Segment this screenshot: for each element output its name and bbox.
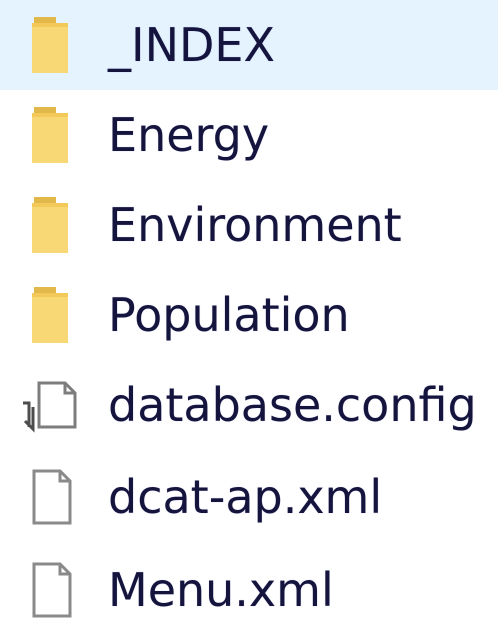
list-item-menu-xml[interactable]: Menu.xml — [0, 545, 498, 635]
list-item-energy-folder[interactable]: Energy — [0, 90, 498, 180]
item-name: _INDEX — [108, 18, 275, 72]
shortcut-file-icon — [16, 370, 86, 440]
file-icon — [16, 462, 86, 532]
folder-icon — [16, 100, 86, 170]
list-item-population-folder[interactable]: Population — [0, 270, 498, 360]
item-name: dcat-ap.xml — [108, 470, 383, 524]
list-item-environment-folder[interactable]: Environment — [0, 180, 498, 270]
item-name: Menu.xml — [108, 563, 334, 617]
folder-icon — [16, 280, 86, 350]
item-name: database.config — [108, 378, 477, 432]
item-name: Environment — [108, 198, 402, 252]
list-item-database-config[interactable]: database.config — [0, 360, 498, 450]
folder-icon — [16, 190, 86, 260]
item-name: Energy — [108, 108, 270, 162]
file-list: _INDEX Energy Environment Population dat… — [0, 0, 498, 635]
folder-icon — [16, 10, 86, 80]
file-icon — [16, 555, 86, 625]
item-name: Population — [108, 288, 350, 342]
list-item-index-folder[interactable]: _INDEX — [0, 0, 498, 90]
list-item-dcat-ap-xml[interactable]: dcat-ap.xml — [0, 452, 498, 542]
